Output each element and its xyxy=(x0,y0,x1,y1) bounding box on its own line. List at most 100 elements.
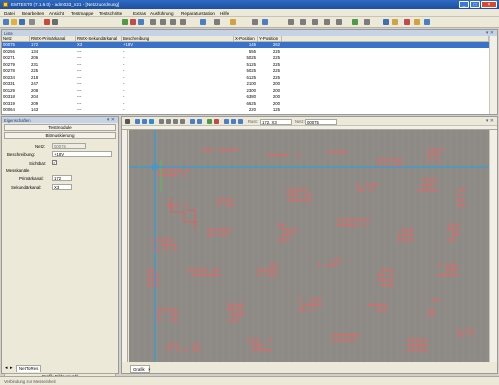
folder-icon[interactable] xyxy=(230,19,236,25)
table-row[interactable]: 00256 134 --- -555 225 xyxy=(2,49,489,55)
move-icon[interactable] xyxy=(142,119,147,124)
flip-icon[interactable] xyxy=(190,119,195,124)
netz-field[interactable]: 00075 xyxy=(52,143,86,149)
rotate-icon[interactable] xyxy=(159,119,164,124)
close-tab-icon[interactable]: × xyxy=(148,367,151,372)
pcb-drawing[interactable] xyxy=(129,130,489,362)
zoom-fit-icon[interactable] xyxy=(214,119,219,124)
sichtbar-checkbox[interactable]: ✓ xyxy=(52,160,57,165)
tool-icon[interactable] xyxy=(414,19,420,25)
table-row[interactable]: 00319 209 --- -6625 200 xyxy=(2,101,489,107)
table-row[interactable]: 00271 206 --- -5025 225 xyxy=(2,55,489,61)
open-icon[interactable] xyxy=(11,19,17,25)
primaerkanal-field[interactable]: 172 xyxy=(52,175,72,181)
pin-icon[interactable]: ▾ ✕ xyxy=(107,117,115,123)
zoom-icon[interactable] xyxy=(200,19,206,25)
tool-icon[interactable] xyxy=(288,19,294,25)
table-row[interactable]: 00331 247 --- -2100 200 xyxy=(2,81,489,87)
table-row[interactable]: 00318 204 --- -6380 200 xyxy=(2,94,489,100)
tool-icon[interactable] xyxy=(336,19,342,25)
cell-x-position: 2100 xyxy=(246,81,256,86)
tab-scroll-right-icon[interactable]: ▸ xyxy=(10,365,13,371)
table-row[interactable]: 00129 208 --- -2300 200 xyxy=(2,88,489,94)
cell-y-position: 225 xyxy=(272,48,280,54)
new-icon[interactable] xyxy=(3,19,9,25)
tool-icon[interactable] xyxy=(364,19,370,25)
sichtbar-label: Sichtbar: xyxy=(29,161,47,166)
testmodule-button[interactable]: Testmodule xyxy=(4,124,116,131)
tool-icon[interactable] xyxy=(180,19,186,25)
tool-icon[interactable] xyxy=(170,19,176,25)
tool-icon[interactable] xyxy=(352,19,358,25)
cell-primaerkanal: 231 xyxy=(31,61,39,67)
print-icon[interactable] xyxy=(29,19,35,25)
cell-sekundaerkanal: --- xyxy=(77,55,82,60)
tool-icon[interactable] xyxy=(252,19,258,25)
tool-icon[interactable] xyxy=(392,19,398,25)
grid-icon[interactable] xyxy=(207,119,212,124)
cut-icon[interactable] xyxy=(44,19,50,25)
crosshair-icon[interactable] xyxy=(149,119,154,124)
tab-grafik[interactable]: Grafik × xyxy=(130,365,151,373)
step-icon[interactable] xyxy=(138,19,144,25)
cell-x-position: 220 xyxy=(248,107,256,112)
zoom-out-icon[interactable] xyxy=(231,119,236,124)
tool-icon[interactable] xyxy=(404,19,410,25)
tool-icon[interactable] xyxy=(214,19,220,25)
tool-icon[interactable] xyxy=(324,19,330,25)
menu-testmappe[interactable]: Testmappe xyxy=(71,11,93,16)
menu-testschritte[interactable]: Testschritte xyxy=(99,11,122,16)
menu-reparaturstation[interactable]: Reparaturstation xyxy=(181,11,215,16)
cell-beschreibung: - xyxy=(123,87,125,93)
coord-y-field[interactable]: 00075 xyxy=(305,118,337,125)
tool-icon[interactable] xyxy=(312,19,318,25)
tool-icon[interactable] xyxy=(150,19,156,25)
pin-icon[interactable]: ▾ ✕ xyxy=(486,118,494,124)
table-row[interactable]: 00279 231 --- -5125 225 xyxy=(2,62,489,68)
table-row[interactable]: 00278 225 --- -5025 225 xyxy=(2,68,489,74)
tab-scroll-left-icon[interactable]: ◂ xyxy=(5,365,8,371)
properties-panel: Eigenschaften ▾ ✕ Testmodule Bitmuskieru… xyxy=(1,116,119,380)
tool-icon[interactable] xyxy=(424,19,430,25)
save-icon[interactable] xyxy=(19,19,25,25)
coord-x-field[interactable]: 172, X3 xyxy=(260,118,292,125)
close-button[interactable]: × xyxy=(481,1,497,8)
tool-icon[interactable] xyxy=(160,19,166,25)
flip-icon[interactable] xyxy=(197,119,202,124)
zoom-in-icon[interactable] xyxy=(224,119,229,124)
table-row[interactable]: 00075 172 X3 +18V 145 262 xyxy=(2,42,489,48)
menu-extras[interactable]: Extras xyxy=(133,11,146,16)
menu-ansicht[interactable]: Ansicht xyxy=(49,11,64,16)
bitmuskierung-button[interactable]: Bitmuskierung xyxy=(4,132,116,139)
rotate-icon[interactable] xyxy=(173,119,178,124)
graphics-scrollbar[interactable] xyxy=(489,130,497,362)
table-row[interactable]: 00064 143 --- -220 125 xyxy=(2,107,489,113)
minimize-button[interactable]: _ xyxy=(459,1,469,8)
copy-icon[interactable] xyxy=(52,19,58,25)
move-icon[interactable] xyxy=(135,119,140,124)
tool-icon[interactable] xyxy=(262,19,268,25)
sekundaerkanal-field[interactable]: X3 xyxy=(52,184,72,190)
table-scrollbar[interactable] xyxy=(489,36,497,114)
rotate-icon[interactable] xyxy=(166,119,171,124)
maximize-button[interactable]: □ xyxy=(470,1,480,8)
camera-icon[interactable] xyxy=(125,119,130,124)
pcb-canvas[interactable] xyxy=(129,130,489,362)
beschreibung-field[interactable]: +18V xyxy=(52,151,112,157)
menu-ausfuehrung[interactable]: Ausführung xyxy=(150,11,174,16)
menu-datei[interactable]: Datei xyxy=(4,11,15,16)
menu-hilfe[interactable]: Hilfe xyxy=(220,11,229,16)
stop-icon[interactable] xyxy=(130,19,136,25)
menu-bearbeiten[interactable]: Bearbeiten xyxy=(22,11,44,16)
status-left: Verbindung zur Messeinheit xyxy=(4,379,56,384)
zoom-icon[interactable] xyxy=(238,119,243,124)
table-row[interactable]: 00234 218 --- -6125 225 xyxy=(2,75,489,81)
rotate-icon[interactable] xyxy=(180,119,185,124)
cell-beschreibung: - xyxy=(123,61,125,67)
run-icon[interactable] xyxy=(122,19,128,25)
tab-netzliste[interactable]: NetToRes xyxy=(16,365,42,372)
cell-y-position: 200 xyxy=(272,94,280,99)
tool-icon[interactable] xyxy=(383,19,389,25)
cell-beschreibung: - xyxy=(123,74,125,80)
tool-icon[interactable] xyxy=(300,19,306,25)
